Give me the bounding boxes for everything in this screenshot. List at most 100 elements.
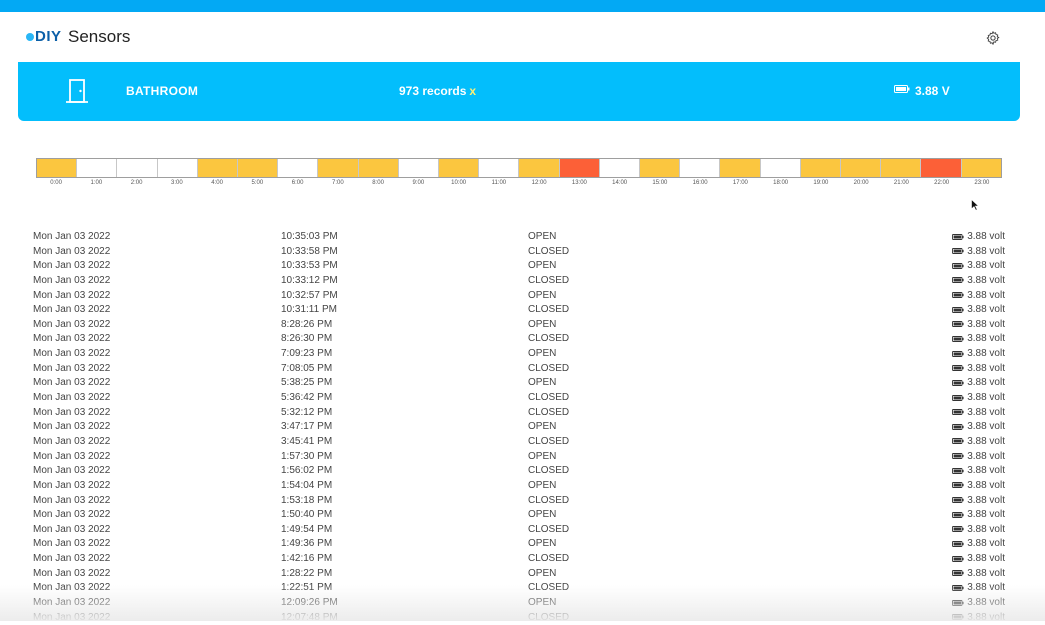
timeline-hour-segment[interactable] xyxy=(37,159,78,177)
record-row: Mon Jan 03 2022 10:31:11 PM CLOSED 3.88 vol… xyxy=(0,303,1045,318)
timeline-hour-segment[interactable] xyxy=(117,159,158,177)
record-state: CLOSED xyxy=(528,333,570,345)
record-voltage: 3.88 volt xyxy=(967,318,1005,330)
timeline-hour-segment[interactable] xyxy=(238,159,279,177)
record-voltage-cell: 3.88 volt xyxy=(952,509,1005,520)
record-row: Mon Jan 03 2022 10:33:58 PM CLOSED 3.88 vol… xyxy=(0,245,1045,260)
timeline-hour-label: 6:00 xyxy=(291,180,304,186)
records-list: Mon Jan 03 2022 10:35:03 PM OPEN 3.88 volt M… xyxy=(0,230,1045,625)
record-time: 1:42:16 PM xyxy=(281,553,333,565)
record-state: OPEN xyxy=(528,289,557,301)
timeline-hour-segment[interactable] xyxy=(640,159,681,177)
record-date: Mon Jan 03 2022 xyxy=(33,582,111,594)
timeline-hour-segment[interactable] xyxy=(599,159,641,177)
timeline-hour-segment[interactable] xyxy=(197,159,239,177)
record-voltage-cell: 3.88 volt xyxy=(952,495,1005,506)
record-voltage-cell: 3.88 volt xyxy=(952,597,1005,608)
record-row: Mon Jan 03 2022 5:36:42 PM CLOSED 3.88 volt xyxy=(0,391,1045,406)
battery-icon xyxy=(952,277,964,284)
record-state: CLOSED xyxy=(528,582,570,594)
record-voltage: 3.88 volt xyxy=(967,435,1005,447)
record-row: Mon Jan 03 2022 8:26:30 PM CLOSED 3.88 volt xyxy=(0,332,1045,347)
record-voltage-cell: 3.88 volt xyxy=(952,377,1005,388)
timeline-hour-segment[interactable] xyxy=(398,159,440,177)
app-logo[interactable]: DIY xyxy=(26,28,62,45)
timeline-hour-segment[interactable] xyxy=(720,159,761,177)
timeline-hour-segment[interactable] xyxy=(318,159,359,177)
record-time: 12:09:26 PM xyxy=(281,597,338,609)
timeline-hour-segment[interactable] xyxy=(439,159,480,177)
record-row: Mon Jan 03 2022 1:54:04 PM OPEN 3.88 volt xyxy=(0,479,1045,494)
battery-icon xyxy=(952,541,964,547)
record-voltage: 3.88 volt xyxy=(967,611,1005,623)
timeline-hour-segment[interactable] xyxy=(760,159,801,177)
record-voltage: 3.88 volt xyxy=(967,231,1005,242)
timeline-hour-segment[interactable] xyxy=(157,159,198,177)
record-voltage: 3.88 volt xyxy=(967,348,1005,360)
record-date: Mon Jan 03 2022 xyxy=(33,567,111,579)
record-state: OPEN xyxy=(528,509,557,521)
record-time: 5:36:42 PM xyxy=(281,392,333,404)
record-row: Mon Jan 03 2022 1:42:16 PM CLOSED 3.88 volt xyxy=(0,552,1045,567)
record-state: OPEN xyxy=(528,318,557,330)
record-voltage-cell: 3.88 volt xyxy=(952,436,1005,447)
record-state: OPEN xyxy=(528,567,557,579)
record-state: CLOSED xyxy=(528,362,570,374)
timeline-hour-segment[interactable] xyxy=(278,159,319,177)
timeline-hour-segment[interactable] xyxy=(881,159,922,177)
record-state: OPEN xyxy=(528,348,557,360)
record-time: 10:33:53 PM xyxy=(281,260,338,272)
battery-icon xyxy=(952,248,964,255)
record-date: Mon Jan 03 2022 xyxy=(33,421,111,433)
gear-icon[interactable] xyxy=(985,30,1001,46)
record-row: Mon Jan 03 2022 12:09:26 PM OPEN 3.88 volt xyxy=(0,596,1045,611)
record-row: Mon Jan 03 2022 1:50:40 PM OPEN 3.88 volt xyxy=(0,508,1045,523)
logo-text: DIY xyxy=(35,28,62,45)
timeline-hour-label: 18:00 xyxy=(773,180,789,186)
timeline-hour-label: 23:00 xyxy=(974,180,990,186)
record-voltage: 3.88 volt xyxy=(967,494,1005,506)
battery-icon xyxy=(952,409,964,416)
record-time: 7:08:05 PM xyxy=(281,362,333,374)
battery-icon xyxy=(952,570,964,577)
record-voltage-cell: 3.88 volt xyxy=(952,333,1005,344)
battery-icon xyxy=(952,555,964,562)
record-state: CLOSED xyxy=(528,406,570,418)
record-voltage-cell: 3.88 volt xyxy=(952,260,1005,271)
timeline-hour-segment[interactable] xyxy=(680,159,721,177)
record-state: CLOSED xyxy=(528,304,570,316)
battery-icon xyxy=(952,497,964,503)
timeline-hour-segment[interactable] xyxy=(841,159,882,177)
record-voltage: 3.88 volt xyxy=(967,479,1005,491)
record-state: CLOSED xyxy=(528,611,570,623)
record-date: Mon Jan 03 2022 xyxy=(33,289,111,301)
battery-icon xyxy=(952,438,964,445)
timeline-hour-segment[interactable] xyxy=(77,159,118,177)
record-row: Mon Jan 03 2022 1:49:54 PM CLOSED 3.88 volt xyxy=(0,523,1045,538)
record-date: Mon Jan 03 2022 xyxy=(33,377,111,389)
timeline-hour-label: 9:00 xyxy=(412,180,425,186)
record-voltage-cell: 3.88 volt xyxy=(952,246,1005,257)
record-state: OPEN xyxy=(528,450,557,462)
battery-icon xyxy=(952,379,964,386)
record-voltage-cell: 3.88 volt xyxy=(952,568,1005,579)
record-date: Mon Jan 03 2022 xyxy=(33,348,111,360)
timeline-hour-label: 14:00 xyxy=(612,180,628,186)
record-date: Mon Jan 03 2022 xyxy=(33,435,111,447)
record-state: CLOSED xyxy=(528,392,570,404)
timeline-hour-segment[interactable] xyxy=(800,159,842,177)
timeline-hour-label: 21:00 xyxy=(893,180,909,186)
timeline-hour-label: 7:00 xyxy=(332,180,344,186)
timeline-hour-segment[interactable] xyxy=(479,159,520,177)
record-date: Mon Jan 03 2022 xyxy=(33,304,111,316)
clear-records-button[interactable]: x xyxy=(469,84,476,98)
record-date: Mon Jan 03 2022 xyxy=(33,479,111,491)
record-voltage: 3.88 volt xyxy=(967,597,1005,609)
timeline-hour-segment[interactable] xyxy=(921,159,962,177)
timeline-hour-segment[interactable] xyxy=(519,159,560,177)
timeline-hour-segment[interactable] xyxy=(559,159,600,177)
record-voltage: 3.88 volt xyxy=(967,406,1005,418)
timeline-hour-segment[interactable] xyxy=(358,159,399,177)
timeline-hour-segment[interactable] xyxy=(961,159,1001,177)
record-voltage: 3.88 volt xyxy=(967,333,1005,345)
